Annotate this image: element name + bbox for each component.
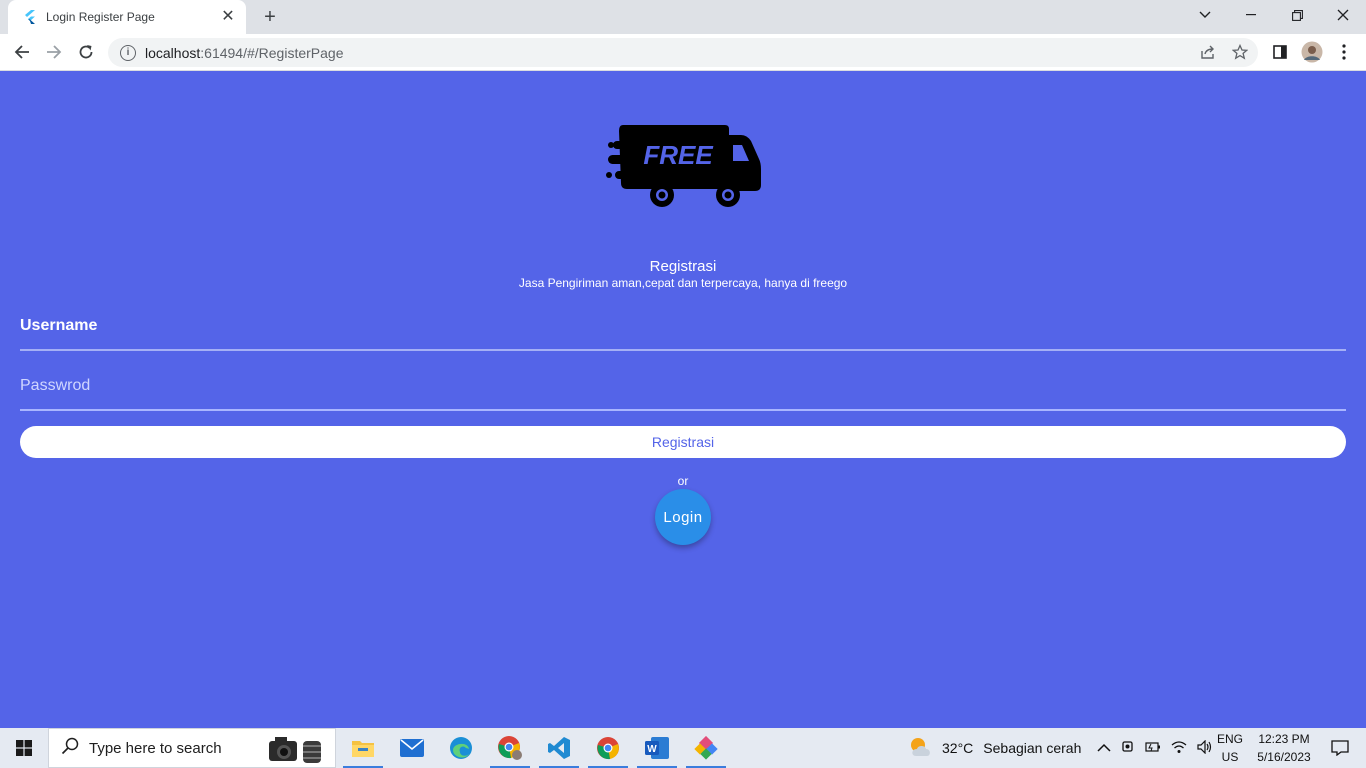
clock-date: 5/16/2023 (1257, 750, 1311, 764)
partly-sunny-icon (908, 736, 934, 761)
mail-icon[interactable] (388, 728, 436, 768)
menu-kebab-icon[interactable] (1332, 40, 1356, 64)
tab-title: Login Register Page (46, 10, 155, 24)
username-field[interactable]: Username (20, 307, 1346, 351)
password-label: Passwrod (20, 377, 91, 394)
reload-icon[interactable] (74, 40, 98, 64)
logo-text: FREE (643, 140, 713, 170)
flutter-favicon-icon (22, 9, 38, 25)
password-field[interactable]: Passwrod (20, 367, 1346, 411)
username-label: Username (20, 317, 98, 334)
register-button[interactable]: Registrasi (20, 426, 1346, 458)
edge-icon[interactable] (437, 728, 485, 768)
free-delivery-truck-logo: FREE (605, 121, 765, 211)
clock-time: 12:23 PM (1258, 732, 1310, 746)
input-language-indicator[interactable]: ENG US (1212, 730, 1248, 766)
url-path: :61494/#/RegisterPage (200, 44, 344, 61)
back-icon[interactable] (10, 40, 34, 64)
windows-start-icon[interactable] (0, 728, 48, 768)
bookmark-star-icon[interactable] (1228, 40, 1252, 64)
share-icon[interactable] (1196, 40, 1220, 64)
windows-taskbar: Type here to search W 32°C Sebagian cera… (0, 728, 1366, 768)
language-primary: ENG (1216, 732, 1243, 746)
flutter-app-icon[interactable] (682, 728, 730, 768)
or-divider-text: or (677, 474, 689, 488)
taskbar-search-box[interactable]: Type here to search (48, 728, 336, 768)
battery-icon[interactable] (1145, 740, 1161, 757)
search-icon (61, 737, 79, 760)
word-icon[interactable]: W (633, 728, 681, 768)
page-title: Registrasi (649, 258, 717, 275)
new-tab-icon[interactable]: + (258, 6, 282, 28)
profile-avatar[interactable] (1300, 40, 1324, 64)
forward-icon[interactable] (42, 40, 66, 64)
site-info-icon[interactable]: i (120, 44, 136, 61)
file-explorer-icon[interactable] (339, 728, 387, 768)
wifi-icon[interactable] (1171, 740, 1187, 757)
browser-tab[interactable]: Login Register Page ✕ (8, 0, 246, 34)
chrome-icon[interactable] (584, 728, 632, 768)
minimize-icon[interactable] (1228, 0, 1274, 30)
url-host: localhost (145, 44, 201, 61)
language-secondary: US (1221, 750, 1239, 764)
clock[interactable]: 12:23 PM 5/16/2023 (1246, 730, 1322, 766)
notifications-icon[interactable] (1320, 728, 1360, 768)
vscode-icon[interactable] (535, 728, 583, 768)
weather-temperature: 32°C (942, 740, 974, 756)
tab-search-icon[interactable] (1182, 0, 1228, 30)
weather-widget[interactable]: 32°C Sebagian cerah (908, 728, 1081, 768)
address-bar[interactable]: i localhost :61494/#/RegisterPage (108, 38, 1258, 67)
browser-toolbar: i localhost :61494/#/RegisterPage (0, 34, 1366, 71)
page-subtitle: Jasa Pengiriman aman,cepat dan terpercay… (518, 276, 848, 290)
chrome-profile-icon[interactable] (486, 728, 534, 768)
camera-search-highlight-icon (265, 731, 325, 768)
chevron-up-icon[interactable] (1097, 740, 1111, 756)
register-page: FREE Registrasi Jasa Pengiriman aman,cep… (0, 71, 1366, 728)
close-window-icon[interactable] (1320, 0, 1366, 30)
browser-tab-bar: Login Register Page ✕ + (0, 0, 1366, 34)
search-placeholder: Type here to search (89, 739, 222, 757)
side-panel-icon[interactable] (1268, 40, 1292, 64)
system-tray (1097, 728, 1213, 768)
svg-text:W: W (647, 744, 657, 755)
volume-icon[interactable] (1197, 739, 1213, 757)
restore-icon[interactable] (1274, 0, 1320, 30)
weather-description: Sebagian cerah (983, 740, 1082, 756)
login-button[interactable]: Login (655, 489, 711, 545)
meet-now-icon[interactable] (1121, 739, 1135, 758)
tab-close-icon[interactable]: ✕ (220, 9, 236, 25)
